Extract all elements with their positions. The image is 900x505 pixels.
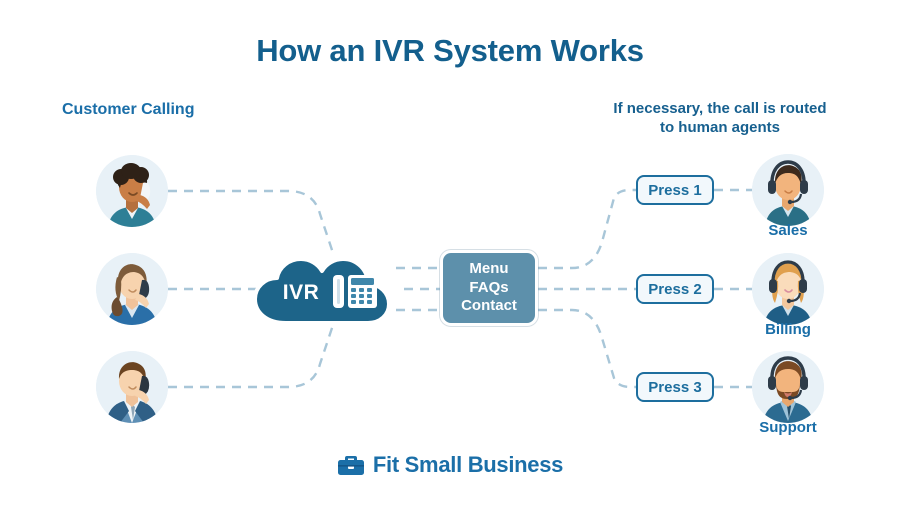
menu-option-menu: Menu — [469, 260, 509, 278]
briefcase-icon — [337, 456, 364, 475]
footer-brand: Fit Small Business — [0, 452, 900, 478]
routing-heading-line1: If necessary, the call is routed — [613, 100, 827, 117]
desk-phone-icon — [333, 275, 377, 308]
press-2-button[interactable]: Press 2 — [636, 274, 714, 304]
routing-heading: If necessary, the call is routed to huma… — [595, 100, 845, 138]
agent-avatar-man-dark-hair — [752, 154, 824, 226]
line-menu-to-press1 — [538, 188, 636, 270]
menu-option-contact: Contact — [461, 297, 517, 315]
press-1-button[interactable]: Press 1 — [636, 175, 714, 205]
press-3-button[interactable]: Press 3 — [636, 372, 714, 402]
page-title: How an IVR System Works — [256, 33, 644, 68]
agent-avatar-woman-blonde — [752, 253, 824, 325]
ivr-menu-box: Menu FAQs Contact — [440, 250, 538, 326]
customer-avatar-woman-curly-hair — [96, 155, 168, 227]
customer-avatar-man-suit — [96, 351, 168, 423]
line-customer1-to-ivr — [168, 189, 336, 257]
routing-heading-line2: to human agents — [659, 118, 780, 136]
infographic-canvas: How an IVR System Works Customer Calling… — [0, 0, 900, 505]
agent-label-billing: Billing — [765, 321, 811, 338]
agent-label-sales: Sales — [768, 222, 808, 239]
ivr-label: IVR — [282, 281, 320, 304]
agent-avatar-man-beard — [752, 351, 824, 423]
customer-calling-heading: Customer Calling — [62, 101, 195, 118]
menu-option-faqs: FAQs — [469, 278, 509, 296]
line-menu-to-press3 — [538, 308, 636, 389]
agent-label-support: Support — [759, 419, 817, 436]
footer-brand-text: Fit Small Business — [372, 452, 564, 477]
customer-avatar-woman-ponytail — [96, 253, 168, 325]
line-customer3-to-ivr — [168, 321, 336, 389]
